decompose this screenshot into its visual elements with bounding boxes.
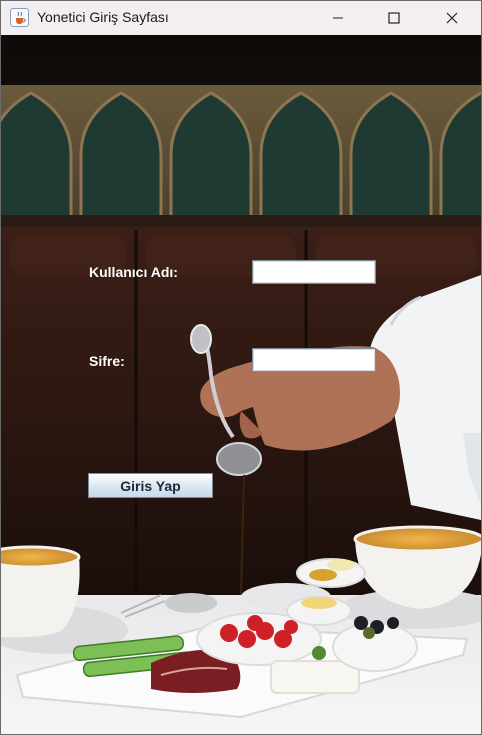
content-pane: Kullanıcı Adı: Sifre: Giris Yap xyxy=(1,35,481,734)
username-label: Kullanıcı Adı: xyxy=(89,264,178,280)
maximize-icon xyxy=(388,12,400,24)
window-title: Yonetici Giriş Sayfası xyxy=(37,9,169,25)
minimize-icon xyxy=(333,17,343,19)
password-input[interactable] xyxy=(252,348,376,372)
login-button[interactable]: Giris Yap xyxy=(88,473,213,498)
minimize-button[interactable] xyxy=(311,1,365,35)
username-input[interactable] xyxy=(252,260,376,284)
login-window: Yonetici Giriş Sayfası Kullanıcı Adı: Si… xyxy=(0,0,482,735)
close-icon xyxy=(446,12,458,24)
password-label: Sifre: xyxy=(89,353,125,369)
title-bar[interactable]: Yonetici Giriş Sayfası xyxy=(1,1,481,35)
restaurant-background-image xyxy=(1,35,481,734)
close-button[interactable] xyxy=(425,1,479,35)
maximize-button[interactable] xyxy=(367,1,421,35)
java-cup-icon xyxy=(10,8,29,27)
